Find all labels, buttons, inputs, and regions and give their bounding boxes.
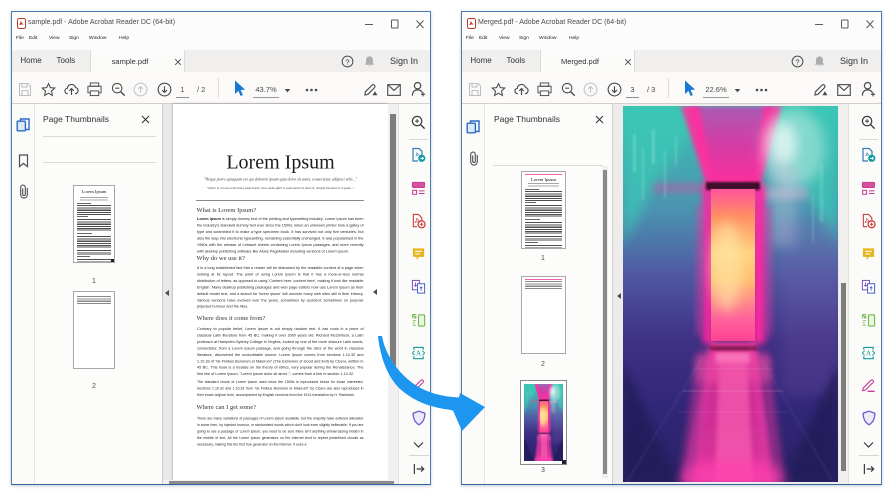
svg-text:A: A	[866, 350, 872, 358]
svg-text:?: ?	[345, 57, 349, 66]
svg-text:?: ?	[795, 57, 799, 66]
